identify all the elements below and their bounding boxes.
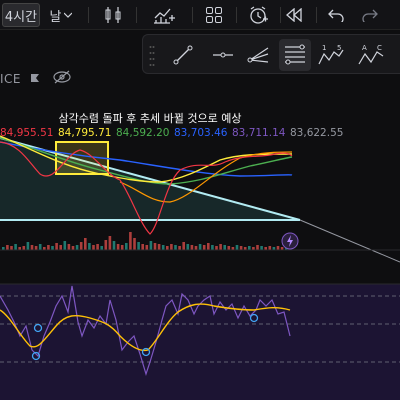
volume-bar <box>227 246 231 250</box>
volume-bar <box>71 246 75 250</box>
undo-icon[interactable] <box>322 0 350 30</box>
volume-bar <box>108 236 112 250</box>
volume-bar <box>166 246 169 250</box>
volume-bar <box>55 243 58 250</box>
rsi-pane <box>0 284 400 400</box>
volume-bar <box>215 246 218 250</box>
volume-bar <box>79 242 83 250</box>
replay-icon[interactable] <box>280 0 308 30</box>
volume-bar <box>51 246 54 250</box>
volume-bar <box>30 245 34 250</box>
volume-bar <box>67 244 71 250</box>
volume-bar <box>256 245 259 250</box>
pattern-label-a: A <box>362 44 367 52</box>
projection-line <box>299 219 400 263</box>
fib-retracement-icon[interactable] <box>279 39 311 71</box>
pattern-label-c: C <box>377 44 382 52</box>
volume-bar <box>170 244 173 250</box>
price-label: 84,795.71 <box>58 127 111 139</box>
top-toolbar: 4시간 날 <box>0 0 400 30</box>
volume-bar <box>84 238 87 250</box>
volume-bar <box>260 246 263 250</box>
volume-bar <box>22 246 26 250</box>
volume-bar <box>10 246 13 250</box>
timeframe-label: 4시간 <box>4 9 38 25</box>
drawing-toolbar: 1 5 A C <box>142 34 400 74</box>
candles-icon[interactable] <box>98 0 128 30</box>
volume-bar <box>137 242 140 250</box>
chart-annotation[interactable]: 삼각수렴 돌파 후 추세 바뀔 것으로 예상 <box>59 112 242 125</box>
volume-bar <box>207 243 210 250</box>
volume-bar <box>153 243 157 250</box>
lightning-icon[interactable] <box>281 232 299 250</box>
alert-clock-icon[interactable] <box>244 0 272 30</box>
volume-bar <box>239 246 243 250</box>
wave-label-1: 1 <box>322 44 326 52</box>
volume-bar <box>276 246 280 250</box>
volume-bar <box>104 240 108 250</box>
volume-bar <box>211 245 214 250</box>
volume-bar <box>223 245 226 250</box>
volume-bar <box>186 244 190 250</box>
volume-bars <box>2 232 288 250</box>
volume-bar <box>161 245 165 250</box>
layout-grid-icon[interactable] <box>200 0 228 30</box>
volume-bar <box>63 241 67 250</box>
timeframe-day-label: 날 <box>49 9 62 25</box>
price-label: 84,955.51 <box>0 127 53 139</box>
volume-bar <box>182 242 185 250</box>
indicators-icon[interactable] <box>146 0 182 30</box>
volume-bar <box>178 246 181 250</box>
volume-bar <box>235 245 239 250</box>
volume-bar <box>26 242 30 250</box>
volume-bar <box>100 246 103 250</box>
volume-bar <box>129 232 132 250</box>
timeframe-button[interactable]: 4시간 <box>2 3 40 27</box>
volume-bar <box>198 244 202 250</box>
price-label: 83,703.46 <box>174 127 228 139</box>
trendline-icon[interactable] <box>167 39 199 71</box>
price-label: 83,711.14 <box>232 127 286 139</box>
redo-icon[interactable] <box>356 0 384 30</box>
volume-bar <box>47 245 50 250</box>
horizontal-line-icon[interactable] <box>207 39 239 71</box>
drag-handle-icon[interactable] <box>149 43 155 67</box>
pattern-icon[interactable]: A C <box>355 39 387 71</box>
volume-bar <box>75 245 79 250</box>
timeframe-day-button[interactable]: 날 <box>46 0 76 30</box>
price-label: 84,592.20 <box>116 127 169 139</box>
volume-bar <box>6 245 9 250</box>
volume-bar <box>116 244 120 250</box>
volume-bar <box>133 238 136 250</box>
elliott-wave-icon[interactable]: 1 5 <box>315 39 347 71</box>
volume-bar <box>88 243 91 250</box>
price-label: 83,622.55 <box>290 127 343 139</box>
wave-label-5: 5 <box>337 44 341 52</box>
volume-bar <box>248 246 251 250</box>
volume-bar <box>268 246 272 250</box>
pitchfork-icon[interactable] <box>243 39 275 71</box>
price-chart[interactable]: 삼각수렴 돌파 후 추세 바뀔 것으로 예상 84,955.51 84,795.… <box>0 74 400 400</box>
chevron-down-icon <box>64 12 73 18</box>
volume-bar <box>38 244 42 250</box>
volume-bar <box>157 244 161 250</box>
volume-bar <box>125 243 128 250</box>
volume-bar <box>14 244 17 250</box>
volume-bar <box>34 246 38 250</box>
volume-bar <box>96 244 99 250</box>
volume-bar <box>92 245 95 250</box>
volume-bar <box>59 245 62 250</box>
volume-bar <box>120 245 124 250</box>
volume-bar <box>174 245 177 250</box>
volume-bar <box>219 244 222 250</box>
volume-bar <box>190 245 194 250</box>
volume-bar <box>194 246 198 250</box>
volume-bar <box>202 245 206 250</box>
volume-bar <box>112 241 116 250</box>
volume-bar <box>145 245 149 250</box>
volume-bar <box>141 244 144 250</box>
volume-bar <box>149 241 153 250</box>
